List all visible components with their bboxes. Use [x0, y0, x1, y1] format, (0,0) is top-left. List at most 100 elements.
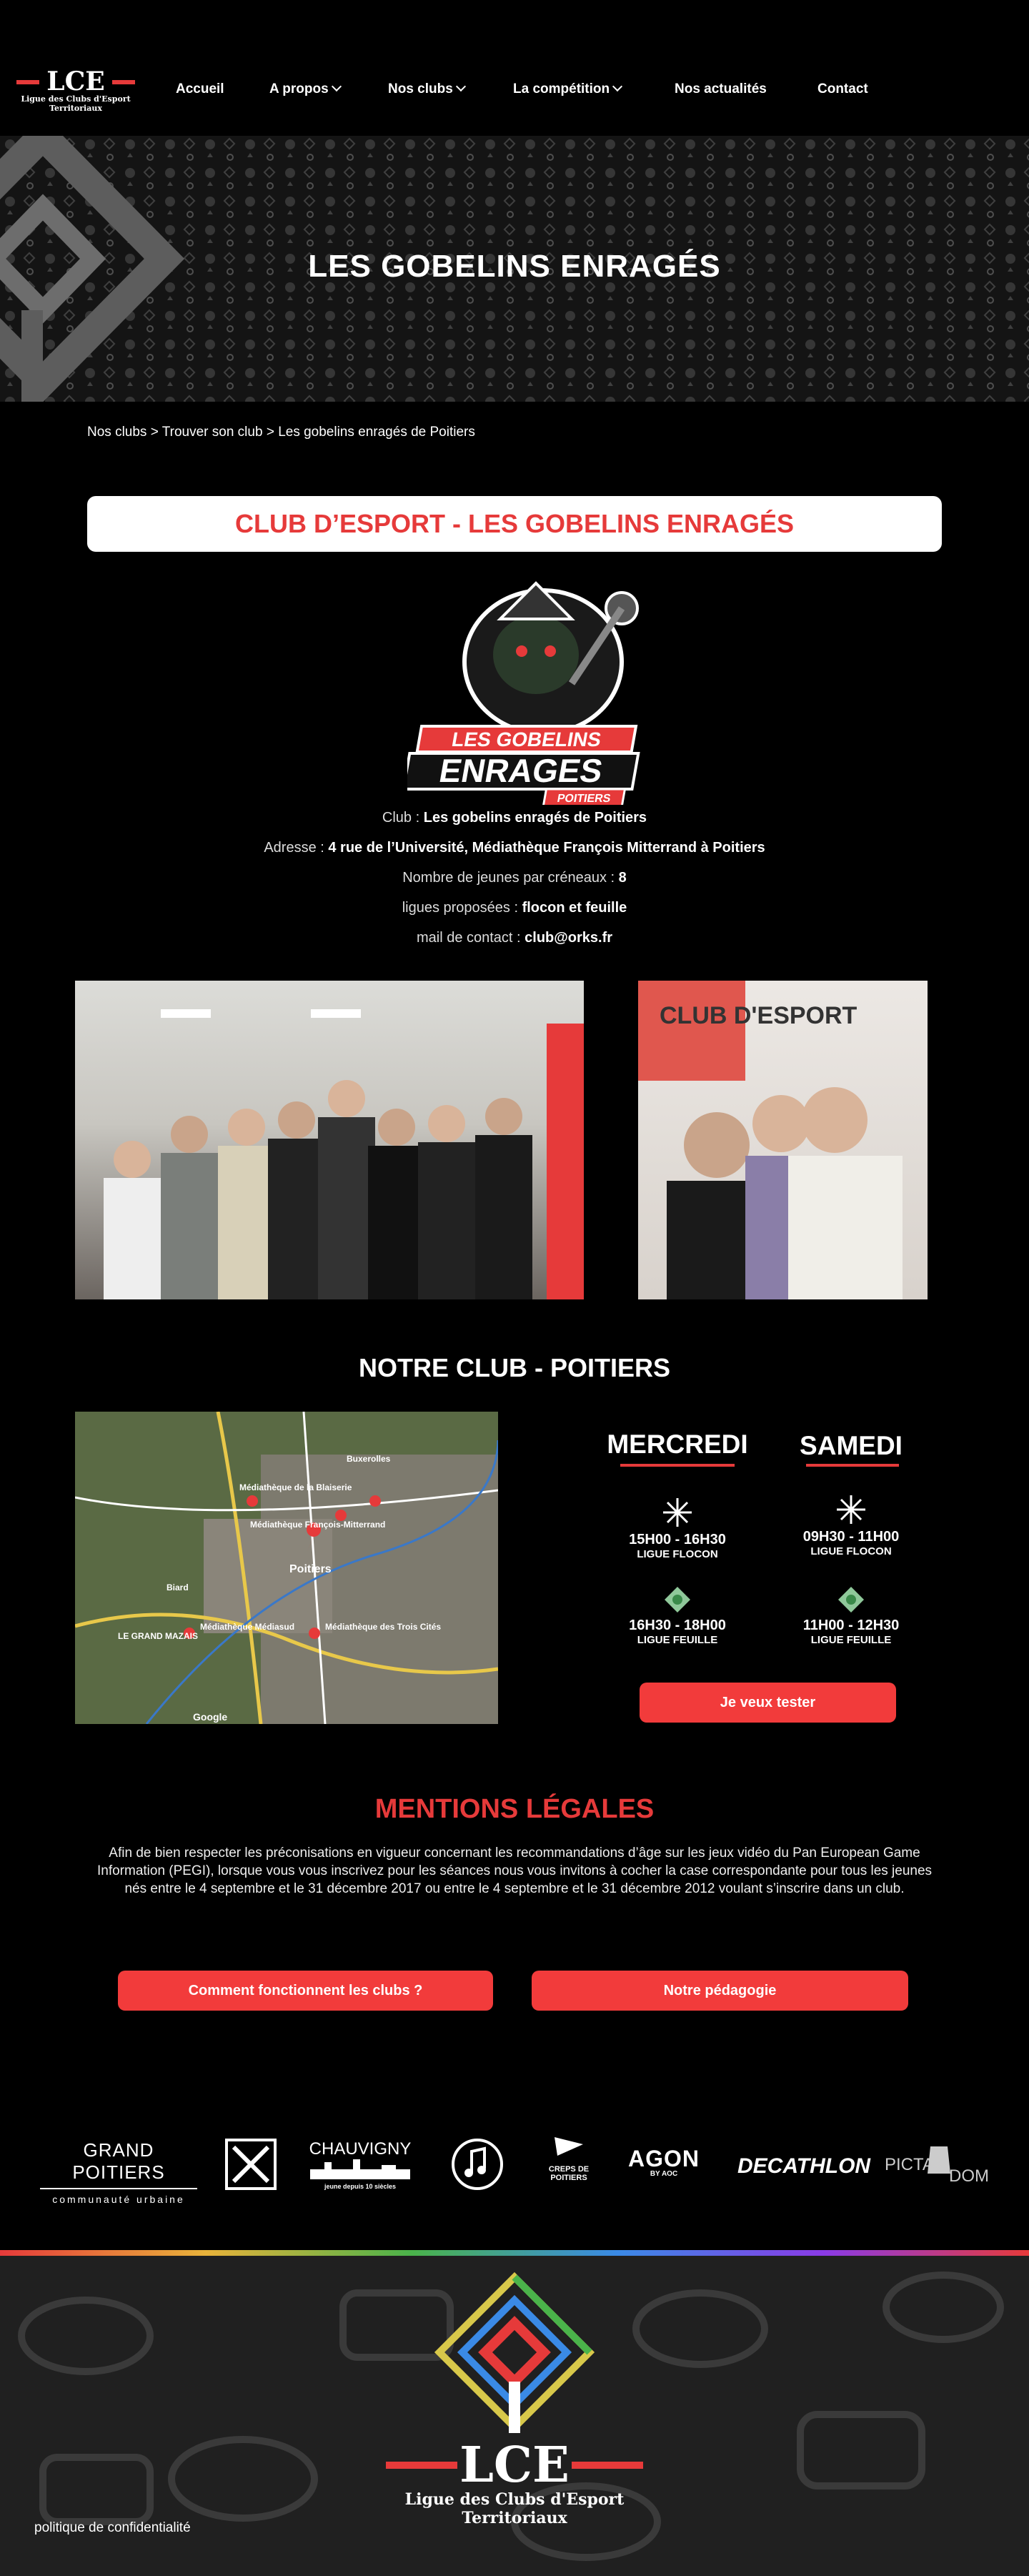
- lce-color-diamond-logo: [434, 2272, 595, 2433]
- nav-contact[interactable]: Contact: [817, 81, 868, 97]
- nav-a-propos[interactable]: A propos: [269, 81, 342, 97]
- footer: LCE Ligue des Clubs d'Esport Territoriau…: [0, 2250, 1029, 2576]
- chevron-down-icon: [455, 81, 466, 92]
- chauvigny-skyline-icon: [310, 2159, 410, 2179]
- map-google-label: Google: [193, 1711, 227, 1723]
- footer-logo[interactable]: LCE Ligue des Clubs d'Esport Territoriau…: [379, 2440, 650, 2527]
- legal-title: MENTIONS LÉGALES: [374, 1794, 655, 1824]
- info-leagues-value: flocon et feuille: [522, 900, 627, 916]
- footer-logo-sub-2: Territoriaux: [462, 2509, 567, 2527]
- partner-grand-poitiers[interactable]: GRAND POITIERS communauté urbaine: [40, 2139, 197, 2205]
- map-label-grand-mazais: LE GRAND MAZAIS: [118, 1631, 198, 1641]
- slot-league: LIGUE FEUILLE: [637, 1634, 718, 1646]
- leaf-icon: [665, 1587, 690, 1613]
- day-samedi-underline: [806, 1464, 899, 1467]
- info-leagues: ligues proposées : flocon et feuille: [0, 900, 1029, 916]
- info-leagues-label: ligues proposées :: [402, 900, 519, 916]
- footer-logo-bar-right: [572, 2462, 643, 2469]
- day-mercredi-underline: [620, 1464, 735, 1467]
- snowflake-icon: [663, 1498, 692, 1527]
- slot-league: LIGUE FLOCON: [810, 1545, 892, 1557]
- info-mail: mail de contact : club@orks.fr: [0, 930, 1029, 946]
- privacy-link[interactable]: politique de confidentialité: [34, 2520, 191, 2536]
- map-label-biard: Biard: [166, 1582, 189, 1592]
- slot-league: LIGUE FEUILLE: [810, 1634, 892, 1646]
- info-youth-label: Nombre de jeunes par créneaux :: [402, 870, 615, 886]
- legal-text: Afin de bien respecter les préconisation…: [96, 1846, 933, 1896]
- nav-actualites[interactable]: Nos actualités: [675, 81, 767, 97]
- club-logo-tag: POITIERS: [556, 792, 612, 805]
- map-label-trois-cites: Médiathèque des Trois Cités: [325, 1622, 441, 1632]
- club-photo-group: [75, 981, 584, 1299]
- slot-mercredi-2: 16H30 - 18H00 LIGUE FEUILLE: [606, 1585, 749, 1646]
- nav-nos-clubs-label: Nos clubs: [388, 81, 453, 96]
- site-logo[interactable]: LCE Ligue des Clubs d'Esport Territoriau…: [16, 69, 136, 119]
- club-title-box: CLUB D’ESPORT - LES GOBELINS ENRAGÉS: [87, 496, 942, 552]
- info-address: Adresse : 4 rue de l’Université, Médiath…: [0, 840, 1029, 856]
- snowflake-icon: [837, 1495, 865, 1524]
- day-mercredi: MERCREDI: [607, 1430, 748, 1459]
- partner-crest-logo[interactable]: [224, 2137, 278, 2191]
- partner-agon-name: AGON: [628, 2146, 700, 2171]
- partner-pictadom-name: PICTA: [885, 2155, 934, 2174]
- hero-banner: LES GOBELINS ENRAGÉS: [0, 136, 1029, 402]
- partner-pictadom-name-2: DOM: [949, 2166, 989, 2186]
- nav-nos-clubs[interactable]: Nos clubs: [388, 81, 466, 97]
- try-button[interactable]: Je veux tester: [640, 1683, 896, 1723]
- group-photo-illustration: [104, 1009, 584, 1299]
- partner-chauvigny-name: CHAUVIGNY: [309, 2139, 412, 2159]
- info-club-label: Club :: [382, 810, 420, 826]
- partner-creps[interactable]: CREPS DE POITIERS: [543, 2133, 595, 2182]
- nav-competition[interactable]: La compétition: [513, 81, 623, 97]
- chevron-down-icon: [331, 81, 342, 92]
- club-photo-trio: CLUB D'ESPORT: [638, 981, 928, 1299]
- partner-grand-poitiers-name: GRAND POITIERS: [72, 2139, 165, 2183]
- nav-competition-label: La compétition: [513, 81, 610, 96]
- partner-chauvigny[interactable]: CHAUVIGNY jeune depuis 10 siècles: [303, 2139, 417, 2190]
- creps-flag-icon: [555, 2137, 583, 2156]
- goblin-mascot: [462, 581, 639, 735]
- info-mail-value[interactable]: club@orks.fr: [525, 930, 612, 946]
- info-club: Club : Les gobelins enragés de Poitiers: [0, 810, 1029, 826]
- info-mail-label: mail de contact :: [416, 930, 521, 946]
- partner-agon[interactable]: AGON BY AOC: [625, 2147, 703, 2178]
- map-label-poitiers: Poitiers: [289, 1563, 332, 1575]
- club-logo-line1: LES GOBELINS: [450, 728, 603, 750]
- logo-text: LCE: [16, 69, 136, 94]
- day-samedi: SAMEDI: [800, 1431, 903, 1460]
- breadcrumb[interactable]: Nos clubs > Trouver son club > Les gobel…: [87, 425, 475, 440]
- top-navigation: LCE Ligue des Clubs d'Esport Territoriau…: [0, 0, 1029, 136]
- slot-time: 16H30 - 18H00: [629, 1618, 726, 1633]
- info-address-label: Adresse :: [264, 840, 324, 856]
- partner-creps-name: CREPS DE POITIERS: [548, 2165, 590, 2182]
- info-youth: Nombre de jeunes par créneaux : 8: [0, 870, 1029, 886]
- partner-pictadom[interactable]: PICTA DOM: [885, 2142, 992, 2192]
- slot-time: 11H00 - 12H30: [802, 1618, 900, 1633]
- how-clubs-work-button[interactable]: Comment fonctionnent les clubs ?: [118, 1971, 493, 2011]
- slot-samedi-1: 09H30 - 11H00 LIGUE FLOCON: [780, 1494, 923, 1557]
- slot-league: LIGUE FLOCON: [637, 1548, 718, 1560]
- club-logo: LES GOBELINS ENRAGES POITIERS: [407, 581, 640, 805]
- slot-time: 15H00 - 16H30: [629, 1532, 726, 1547]
- leaf-icon: [838, 1587, 864, 1613]
- map-label-buxerolles: Buxerolles: [347, 1454, 391, 1464]
- partner-music-logo[interactable]: [450, 2137, 504, 2191]
- nav-accueil[interactable]: Accueil: [176, 81, 224, 97]
- slot-samedi-2: 11H00 - 12H30 LIGUE FEUILLE: [780, 1585, 923, 1646]
- map-label-mediasud: Médiathèque Médiasud: [200, 1622, 294, 1632]
- pedagogy-button[interactable]: Notre pédagogie: [532, 1971, 908, 2011]
- footer-logo-bar-left: [386, 2462, 457, 2469]
- photo-banner-text: CLUB D'ESPORT: [660, 1002, 858, 1029]
- partner-grand-poitiers-sub: communauté urbaine: [52, 2194, 185, 2205]
- logo-subtitle-2: Territoriaux: [49, 104, 102, 113]
- partner-decathlon[interactable]: DECATHLON: [737, 2154, 870, 2179]
- partner-chauvigny-sub: jeune depuis 10 siècles: [324, 2183, 397, 2190]
- map-label-blaiserie: Médiathèque de la Blaiserie: [239, 1482, 352, 1492]
- club-section-title: NOTRE CLUB - POITIERS: [358, 1353, 670, 1382]
- club-logo-line2: ENRAGES: [437, 752, 606, 789]
- map-graphic: Buxerolles Médiathèque de la Blaiserie M…: [75, 1412, 498, 1724]
- chevron-down-icon: [612, 81, 623, 92]
- club-map[interactable]: Buxerolles Médiathèque de la Blaiserie M…: [75, 1412, 498, 1724]
- info-youth-value: 8: [618, 870, 627, 886]
- map-label-mitterrand: Médiathèque François-Mitterrand: [250, 1520, 385, 1530]
